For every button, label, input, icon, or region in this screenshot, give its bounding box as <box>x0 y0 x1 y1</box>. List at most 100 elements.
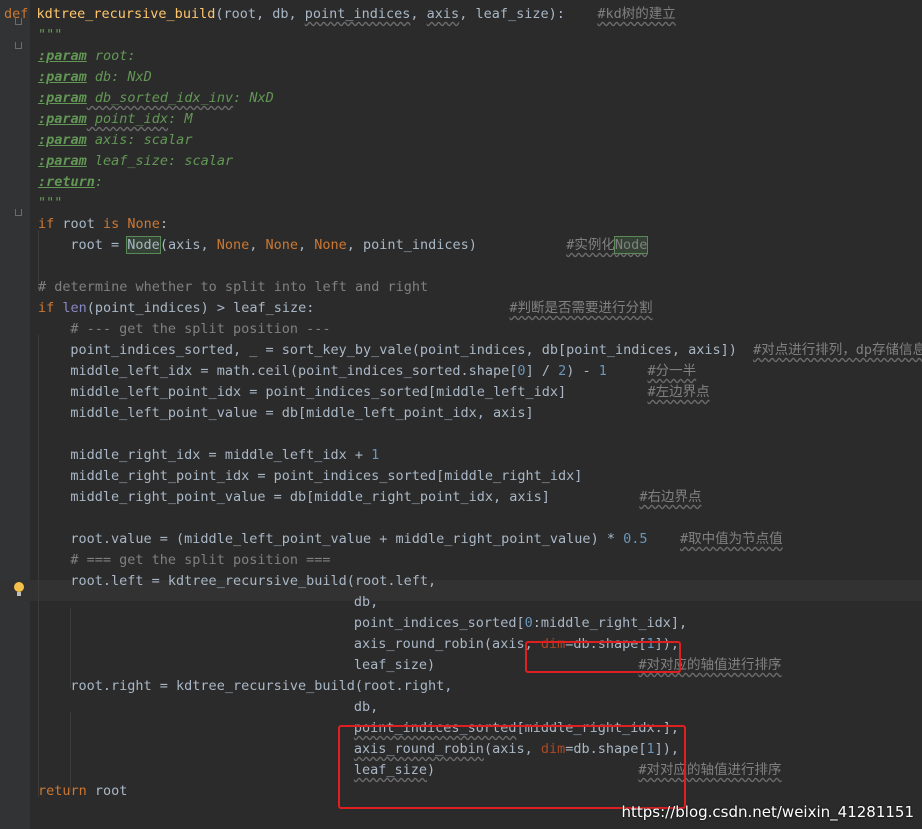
code-token: # --- get the split position --- <box>70 321 331 337</box>
code-token: point_idx <box>86 111 169 127</box>
code-line-doc-point[interactable]: :param point_idx: M <box>38 109 192 130</box>
code-token: db_sorted_idx_inv <box>86 90 234 106</box>
code-token: #实例化 <box>566 237 615 253</box>
code-line-root-node[interactable]: root = Node(axis, None, None, None, poin… <box>70 235 649 256</box>
code-line-mlpv-line[interactable]: middle_left_point_value = db[middle_left… <box>70 403 533 424</box>
code-line-doc-close[interactable]: """ <box>38 193 62 214</box>
code-line-doc-db[interactable]: :param db: NxD <box>38 67 152 88</box>
code-line-root-right[interactable]: root.right = kdtree_recursive_build(root… <box>70 676 452 697</box>
editor-gutter <box>0 0 30 829</box>
code-token: root.value = (middle_left_point_value + … <box>70 531 624 547</box>
code-line-root-left[interactable]: root.left = kdtree_recursive_build(root.… <box>70 571 436 592</box>
code-line-root-value[interactable]: root.value = (middle_left_point_value + … <box>70 529 782 550</box>
code-token: if <box>38 300 63 316</box>
code-line-doc-axis[interactable]: :param axis: scalar <box>38 130 192 151</box>
code-token: :param <box>38 48 87 64</box>
code-token: return <box>38 783 95 799</box>
code-line-mlpi-line[interactable]: middle_left_point_idx = point_indices_so… <box>70 382 709 403</box>
code-token: #判断是否需要进行分割 <box>509 300 653 316</box>
code-line-arg-db2[interactable]: db, <box>354 697 378 718</box>
code-line-doc-root[interactable]: :param root: <box>38 46 136 67</box>
code-token: axis_round_robin(axis, <box>353 636 541 652</box>
code-token: root <box>94 783 128 799</box>
code-token: def <box>4 6 37 22</box>
lightbulb-icon[interactable] <box>14 582 24 596</box>
code-token: db, <box>353 594 379 610</box>
code-token: 0.5 <box>623 531 648 547</box>
code-token: leaf_size: scalar <box>86 153 234 169</box>
fold-marker-icon[interactable] <box>15 209 22 217</box>
code-token: :param <box>38 69 87 85</box>
code-line-mrpv-line[interactable]: middle_right_point_value = db[middle_rig… <box>70 487 701 508</box>
code-token: 2 <box>558 363 567 379</box>
watermark: https://blog.csdn.net/weixin_41281151 <box>621 803 914 821</box>
fold-marker-icon[interactable] <box>15 42 22 50</box>
code-token: None <box>216 237 250 253</box>
code-token: 1 <box>371 447 380 463</box>
code-token: middle_right_point_value = db[middle_rig… <box>70 489 640 505</box>
code-line-if-len[interactable]: if len(point_indices) > leaf_size: #判断是否… <box>38 298 653 319</box>
code-token: , point_indices) <box>346 237 567 253</box>
code-line-mli-line[interactable]: middle_left_idx = math.ceil(point_indice… <box>70 361 696 382</box>
code-token: :middle_right_idx], <box>532 615 688 631</box>
code-token: :param <box>38 153 87 169</box>
code-token: root.left = kdtree_recursive_build(root.… <box>70 573 437 589</box>
code-token: middle_left_point_idx = point_indices_so… <box>70 384 648 400</box>
code-line-doc-leaf[interactable]: :param leaf_size: scalar <box>38 151 233 172</box>
code-token: is None <box>103 216 160 232</box>
code-token: #kd树的建立 <box>597 6 676 22</box>
code-line-arg-db1[interactable]: db, <box>354 592 378 613</box>
code-token: , <box>298 237 315 253</box>
code-token: if <box>38 216 63 232</box>
code-token: """ <box>38 195 63 211</box>
code-token: : NxD <box>233 90 274 106</box>
code-token: middle_left_point_value = db[middle_left… <box>70 405 534 421</box>
code-token: 1 <box>598 363 607 379</box>
code-token: point_indices <box>304 6 411 22</box>
code-token: middle_right_point_idx = point_indices_s… <box>70 468 583 484</box>
code-token: ] / <box>525 363 559 379</box>
code-token: None <box>314 237 347 253</box>
code-token: (root, db, <box>215 6 305 22</box>
code-token: , <box>410 6 427 22</box>
code-editor[interactable]: def kdtree_recursive_build(root, db, poi… <box>0 0 922 829</box>
code-token: #对点进行排列，dp存储信息 <box>753 342 922 358</box>
code-line-doc-open[interactable]: """ <box>38 25 62 46</box>
code-token: :param <box>38 132 87 148</box>
code-line-mri-line[interactable]: middle_right_idx = middle_left_idx + 1 <box>70 445 379 466</box>
code-token: axis <box>426 6 460 22</box>
code-token: point_indices_sorted[ <box>353 615 525 631</box>
code-token: kdtree_recursive_build <box>36 6 216 22</box>
code-token: """ <box>38 27 63 43</box>
code-line-sorted-line[interactable]: point_indices_sorted, _ = sort_key_by_va… <box>70 340 922 361</box>
highlight-box-args <box>338 725 686 809</box>
code-token: Node <box>613 236 649 254</box>
code-token: point_indices_sorted, _ = sort_key_by_va… <box>70 342 754 358</box>
code-line-cmt-get-split2[interactable]: # === get the split position === <box>70 550 330 571</box>
code-token: root <box>62 216 104 232</box>
code-token: Node <box>126 236 161 254</box>
code-token: middle_right_idx = middle_left_idx + <box>70 447 372 463</box>
code-line-doc-return[interactable]: :return: <box>38 172 103 193</box>
code-line-if-root[interactable]: if root is None: <box>38 214 168 235</box>
code-line-return-line[interactable]: return root <box>38 781 127 802</box>
code-token: : <box>159 216 169 232</box>
code-token: :param <box>38 90 87 106</box>
code-line-def-line[interactable]: def kdtree_recursive_build(root, db, poi… <box>4 4 676 25</box>
code-token: # determine whether to split into left a… <box>38 279 429 295</box>
code-token: root = <box>70 237 128 253</box>
code-token: :return <box>38 174 95 190</box>
code-line-cmt-determine[interactable]: # determine whether to split into left a… <box>38 277 428 298</box>
code-token: None <box>265 237 299 253</box>
code-token: #右边界点 <box>639 489 702 505</box>
code-token: 0 <box>517 363 526 379</box>
code-token: ) - <box>566 363 599 379</box>
code-line-cmt-get-split[interactable]: # --- get the split position --- <box>70 319 330 340</box>
code-line-mrpi-line[interactable]: middle_right_point_idx = point_indices_s… <box>70 466 582 487</box>
code-token: : M <box>168 111 193 127</box>
code-token: (point_indices) > leaf_size: <box>86 300 510 316</box>
code-line-doc-sorted[interactable]: :param db_sorted_idx_inv: NxD <box>38 88 274 109</box>
code-line-arg-pis1[interactable]: point_indices_sorted[0:middle_right_idx]… <box>354 613 687 634</box>
